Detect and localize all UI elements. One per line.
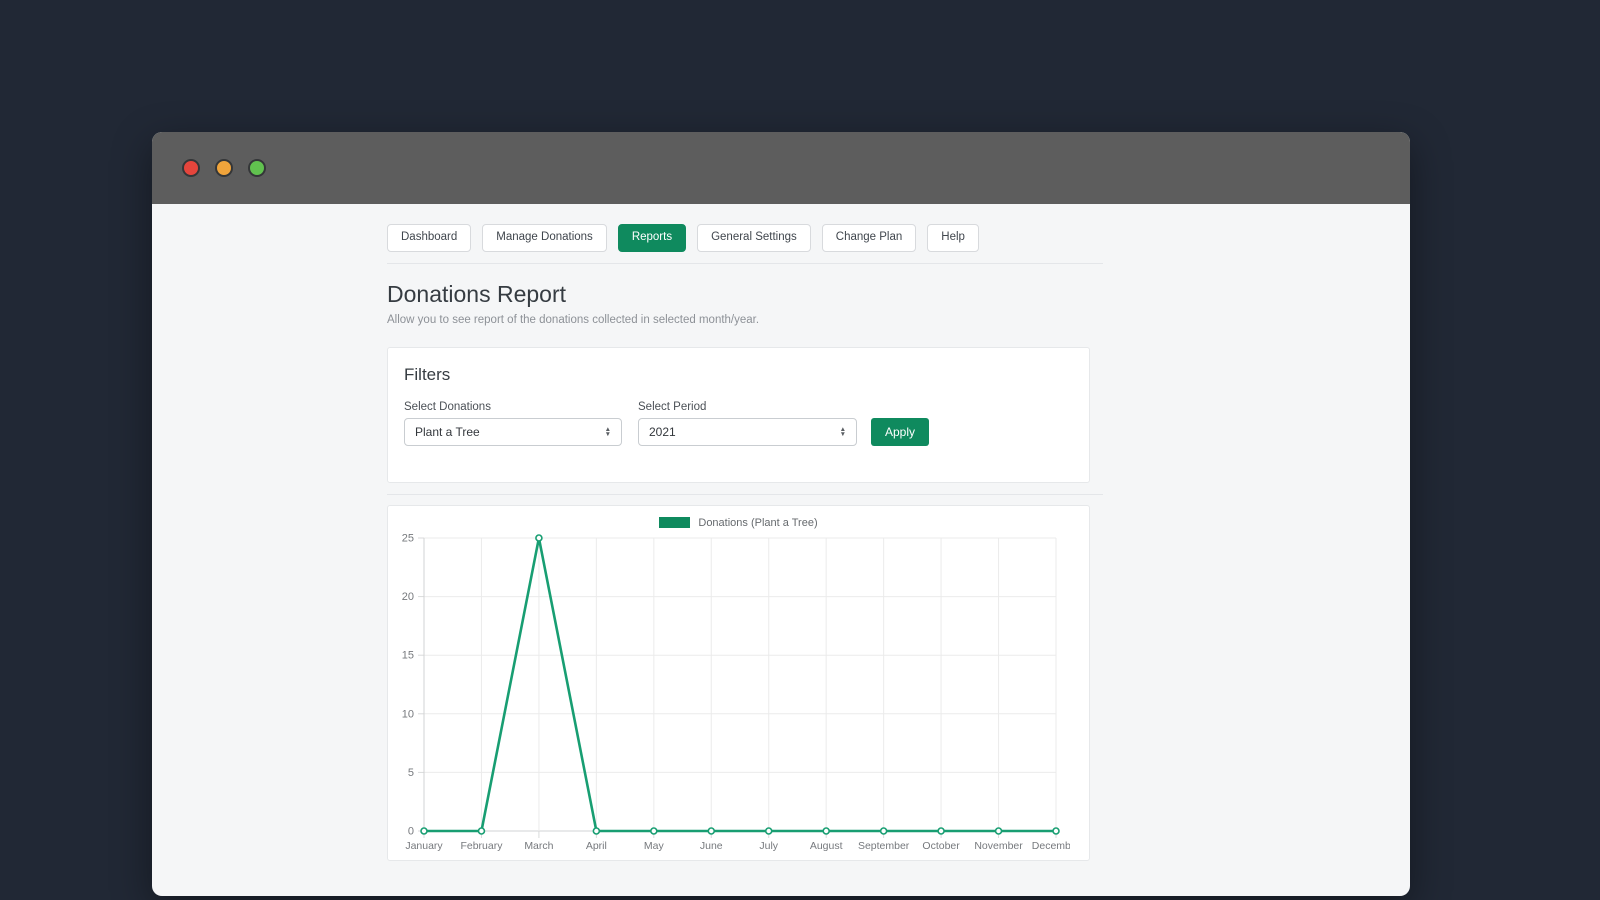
nav-tab-reports[interactable]: Reports [617, 224, 687, 252]
close-window-button[interactable] [182, 159, 200, 177]
nav-tab-dashboard[interactable]: Dashboard [387, 224, 472, 252]
svg-text:December: December [1032, 840, 1070, 852]
select-period-field: Select Period 2021 ▲ ▼ [638, 401, 857, 446]
page-body: Dashboard Manage Donations Reports Gener… [152, 204, 1410, 861]
select-period-value: 2021 [649, 424, 676, 439]
filters-heading: Filters [404, 364, 451, 384]
nav-tab-change-plan[interactable]: Change Plan [821, 224, 917, 252]
nav-tab-general-settings[interactable]: General Settings [697, 224, 811, 252]
select-donations-field: Select Donations Plant a Tree ▲ ▼ [404, 401, 622, 446]
section-divider [387, 493, 1103, 495]
select-donations-label: Select Donations [404, 400, 491, 413]
nav-tab-manage-donations[interactable]: Manage Donations [482, 224, 607, 252]
donations-line-chart: 0 5 10 15 20 25 January February March April May Ju… [394, 532, 1089, 862]
page-subtitle: Allow you to see report of the donations… [387, 313, 760, 326]
content-column: Dashboard Manage Donations Reports Gener… [387, 224, 1103, 861]
zoom-window-button[interactable] [248, 159, 266, 177]
window-titlebar [152, 132, 1410, 204]
chart-card: Donations (Plant a Tree) 0 5 10 15 20 25 Janua… [387, 504, 1090, 862]
svg-text:February: February [460, 840, 503, 852]
select-arrows-icon: ▲ ▼ [839, 425, 846, 438]
svg-text:20: 20 [402, 591, 414, 603]
svg-text:April: April [586, 840, 607, 852]
nav-tab-help[interactable]: Help [927, 224, 979, 252]
svg-text:15: 15 [402, 649, 414, 661]
chart-legend: Donations (Plant a Tree) [388, 515, 1089, 531]
svg-text:10: 10 [402, 708, 414, 720]
svg-text:August: August [810, 840, 843, 852]
page-title: Donations Report [387, 280, 566, 307]
svg-text:July: July [759, 840, 778, 852]
chart-legend-swatch [659, 517, 691, 528]
select-donations-dropdown[interactable]: Plant a Tree ▲ ▼ [404, 417, 622, 446]
nav-divider [387, 262, 1103, 264]
nav-tabs: Dashboard Manage Donations Reports Gener… [387, 224, 1103, 252]
svg-text:March: March [524, 840, 553, 852]
svg-text:January: January [405, 840, 443, 852]
filters-card: Filters Select Donations Plant a Tree ▲ ▼… [387, 346, 1090, 483]
svg-text:0: 0 [408, 825, 414, 837]
svg-text:May: May [644, 840, 665, 852]
svg-text:November: November [974, 840, 1023, 852]
svg-text:September: September [858, 840, 910, 852]
select-arrows-icon: ▲ ▼ [604, 425, 611, 438]
apply-button[interactable]: Apply [871, 417, 930, 446]
app-window: Dashboard Manage Donations Reports Gener… [152, 132, 1410, 896]
desktop-background: Dashboard Manage Donations Reports Gener… [0, 0, 1600, 900]
select-donations-value: Plant a Tree [415, 424, 480, 439]
select-period-label: Select Period [638, 400, 707, 413]
svg-text:June: June [700, 840, 723, 852]
chart-legend-label: Donations (Plant a Tree) [698, 516, 818, 529]
svg-text:25: 25 [402, 533, 414, 545]
svg-text:5: 5 [408, 766, 414, 778]
select-period-dropdown[interactable]: 2021 ▲ ▼ [638, 417, 857, 446]
filters-form: Select Donations Plant a Tree ▲ ▼ Select … [404, 401, 1073, 446]
svg-text:October: October [922, 840, 960, 852]
minimize-window-button[interactable] [215, 159, 233, 177]
